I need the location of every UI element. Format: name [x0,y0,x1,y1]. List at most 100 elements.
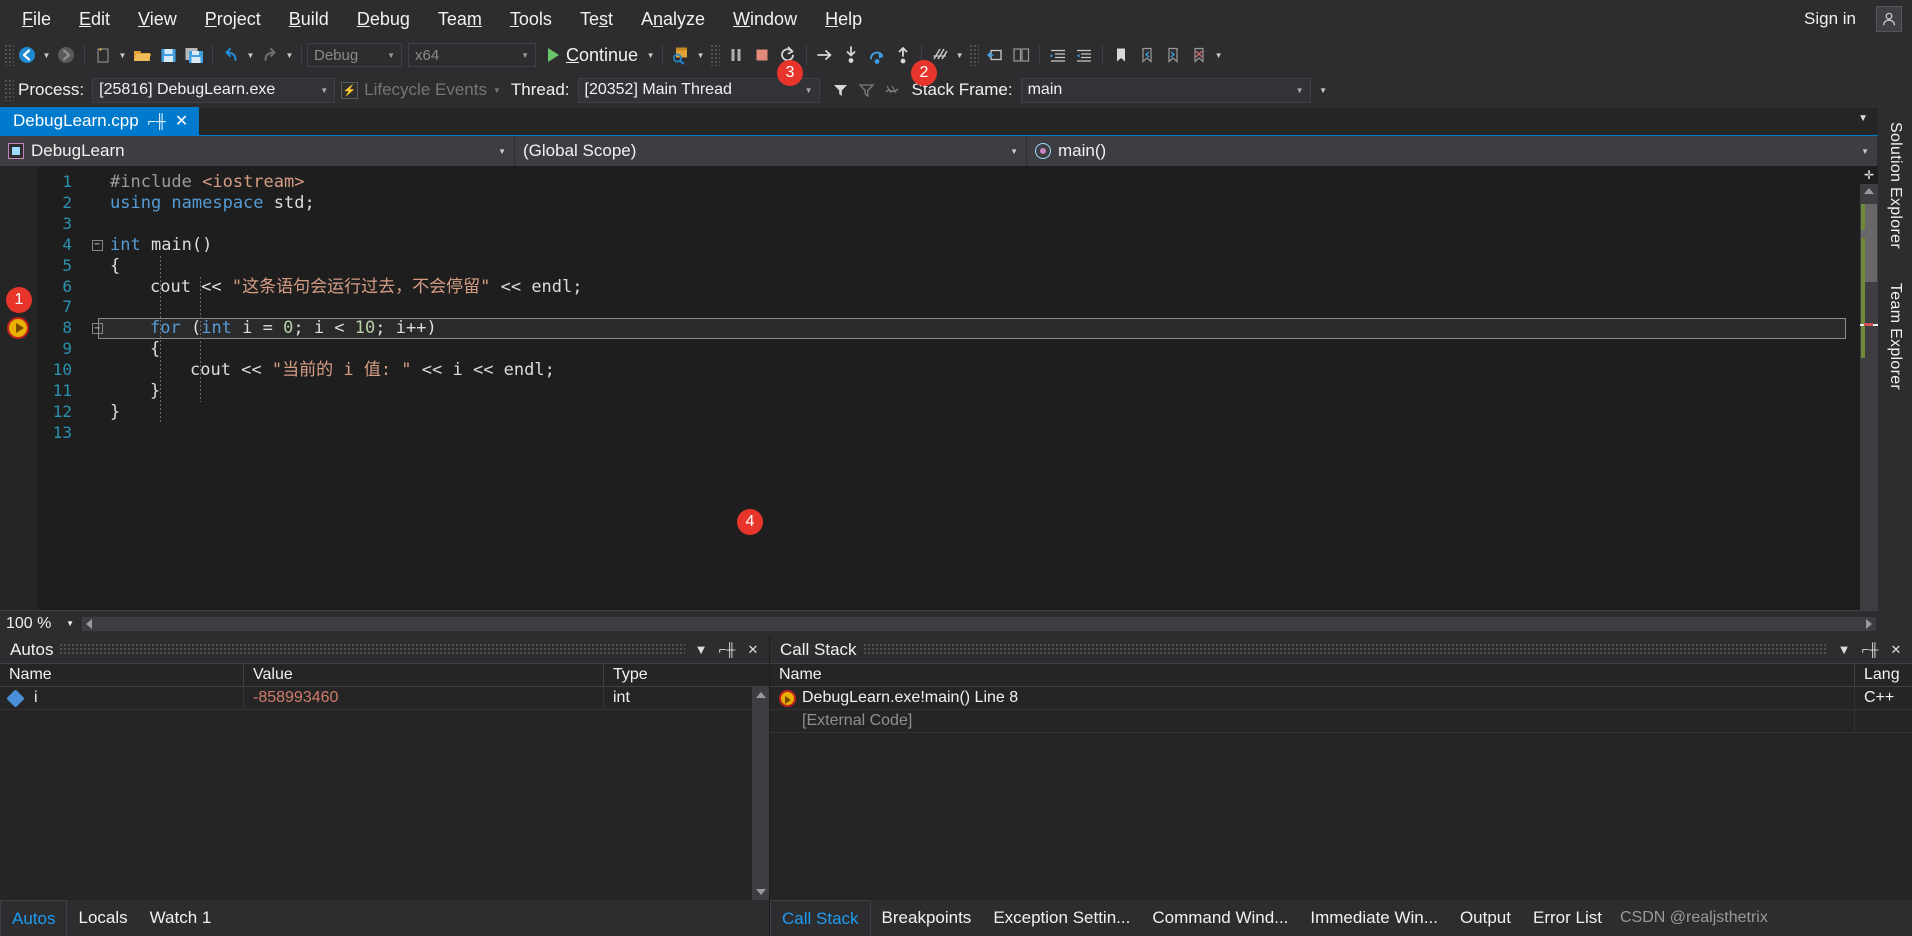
tab-command-wind[interactable]: Command Wind... [1141,900,1299,936]
fold-collapse-icon[interactable]: − [88,239,106,251]
editor-tab-debuglearn-cpp[interactable]: DebugLearn.cpp ⌐╫ ✕ [0,107,200,135]
toolbar-grip-3[interactable] [969,44,980,66]
redo-icon[interactable] [257,42,283,68]
hot-reload-dropdown[interactable]: ▼ [953,42,966,68]
navigate-back-dropdown[interactable]: ▼ [40,42,53,68]
menu-item-test[interactable]: Test [566,4,627,35]
autos-column-type[interactable]: Type [604,663,769,687]
next-bookmark-icon[interactable] [1160,42,1186,68]
pin-icon[interactable]: ⌐╫ [717,640,737,660]
chevron-down-icon[interactable]: ▼ [691,640,711,660]
code-editor[interactable]: 1 #include <iostream> 2 using namespace std… [0,166,1878,610]
pin-icon[interactable]: ⌐╫ [148,113,166,129]
navigate-back-icon[interactable] [14,42,40,68]
code-line-1[interactable]: 1 #include <iostream> [38,172,1860,193]
tab-error-list[interactable]: Error List [1522,900,1613,936]
chevron-down-icon[interactable]: ▼ [1858,113,1868,124]
debugbar-grip[interactable] [4,79,14,101]
show-next-statement-icon[interactable] [812,42,838,68]
editor-vertical-scrollbar[interactable]: ✛ [1860,166,1878,610]
bookmark-icon[interactable] [1108,42,1134,68]
autos-cell-value[interactable]: -858993460 [244,686,604,710]
undo-icon[interactable] [218,42,244,68]
call-stack-cell-name[interactable]: DebugLearn.exe!main() Line 8 [770,686,1855,710]
code-line-3[interactable]: 3 [38,214,1860,235]
menu-item-edit[interactable]: Edit [65,4,124,35]
table-row[interactable]: i -858993460 int [0,686,752,710]
autos-column-value[interactable]: Value [244,663,604,687]
autos-cell-name[interactable]: i [0,686,244,710]
autos-grid-body[interactable]: i -858993460 int [0,686,769,900]
save-all-icon[interactable] [181,42,207,68]
process-combo[interactable]: [25816] DebugLearn.exe ▼ [92,77,336,103]
scroll-up-arrow[interactable] [1864,188,1874,194]
code-line-13[interactable]: 13 [38,423,1860,444]
code-line-9[interactable]: 9{ [38,339,1860,360]
call-stack-column-name[interactable]: Name [770,663,1855,687]
code-line-2[interactable]: 2 using namespace std; [38,193,1860,214]
scroll-right-arrow[interactable] [1866,618,1872,629]
step-over-icon[interactable] [864,42,890,68]
tab-immediate-win[interactable]: Immediate Win... [1299,900,1449,936]
compare-icon[interactable] [1008,42,1034,68]
attach-dropdown[interactable]: ▼ [694,42,707,68]
attach-to-process-icon[interactable] [668,42,694,68]
menu-item-help[interactable]: Help [811,4,876,35]
scroll-up-arrow[interactable] [756,692,766,698]
code-line-10[interactable]: 10 cout << "当前的 i 值: " << i << endl; [38,360,1860,381]
continue-dropdown[interactable]: ▼ [644,42,657,68]
open-file-icon[interactable] [129,42,155,68]
stop-debugging-icon[interactable] [749,42,775,68]
break-all-icon[interactable] [723,42,749,68]
table-row[interactable]: DebugLearn.exe!main() Line 8 C++ [770,686,1912,710]
navbar-project-combo[interactable]: DebugLearn ▼ [0,136,515,166]
code-line-5[interactable]: 5{ [38,256,1860,277]
navbar-scope-combo[interactable]: (Global Scope) ▼ [515,136,1027,166]
new-item-icon[interactable] [90,42,116,68]
call-stack-grid-body[interactable]: DebugLearn.exe!main() Line 8 C++ [External… [770,686,1912,900]
scroll-down-arrow[interactable] [756,889,766,895]
editor-horizontal-scrollbar[interactable] [82,616,1876,631]
close-icon[interactable]: ✕ [175,111,188,131]
code-line-12[interactable]: 12} [38,402,1860,423]
split-view-icon[interactable]: ✛ [1860,166,1878,184]
code-line-7[interactable]: 7 [38,297,1860,318]
flag-threads-icon[interactable] [880,77,906,103]
tab-locals[interactable]: Locals [67,900,138,936]
call-stack-column-lang[interactable]: Lang [1855,663,1912,687]
call-stack-panel-grip[interactable] [862,643,1828,656]
toolbar-grip-2[interactable] [710,44,721,66]
tab-call-stack[interactable]: Call Stack [770,900,871,936]
account-icon[interactable] [1876,6,1902,32]
code-line-11[interactable]: 11} [38,381,1860,402]
indent-icon[interactable] [1045,42,1071,68]
toolbar-overflow[interactable]: ▼ [1212,42,1225,68]
filter-icon[interactable] [828,77,854,103]
code-line-8[interactable]: 8− for (int i = 0; i < 10; i++) [38,318,1860,339]
toolbar-grip[interactable] [4,44,14,66]
window-layout-icon[interactable] [982,42,1008,68]
clear-bookmarks-icon[interactable] [1186,42,1212,68]
menu-item-window[interactable]: Window [719,4,811,35]
menu-item-view[interactable]: View [124,4,191,35]
lifecycle-events-button[interactable]: ⚡ Lifecycle Events ▼ [341,80,501,100]
code-line-4[interactable]: 4 − int main() [38,235,1860,256]
close-icon[interactable]: ✕ [1886,640,1906,660]
menu-item-analyze[interactable]: Analyze [627,4,719,35]
debugbar-overflow[interactable]: ▼ [1317,77,1330,103]
menu-item-debug[interactable]: Debug [343,4,424,35]
previous-bookmark-icon[interactable] [1134,42,1160,68]
menu-item-tools[interactable]: Tools [496,4,566,35]
menu-item-project[interactable]: Project [191,4,275,35]
solution-platform-combo[interactable]: x64 ▼ [408,43,536,67]
redo-dropdown[interactable]: ▼ [283,42,296,68]
continue-button[interactable]: Continue [542,42,644,68]
table-row[interactable]: [External Code] [770,709,1912,733]
tab-autos[interactable]: Autos [0,900,68,936]
step-into-icon[interactable] [838,42,864,68]
close-icon[interactable]: ✕ [743,640,763,660]
new-item-dropdown[interactable]: ▼ [116,42,129,68]
menu-item-team[interactable]: Team [424,4,496,35]
sign-in-button[interactable]: Sign in [1796,5,1864,33]
solution-configuration-combo[interactable]: Debug ▼ [307,43,402,67]
